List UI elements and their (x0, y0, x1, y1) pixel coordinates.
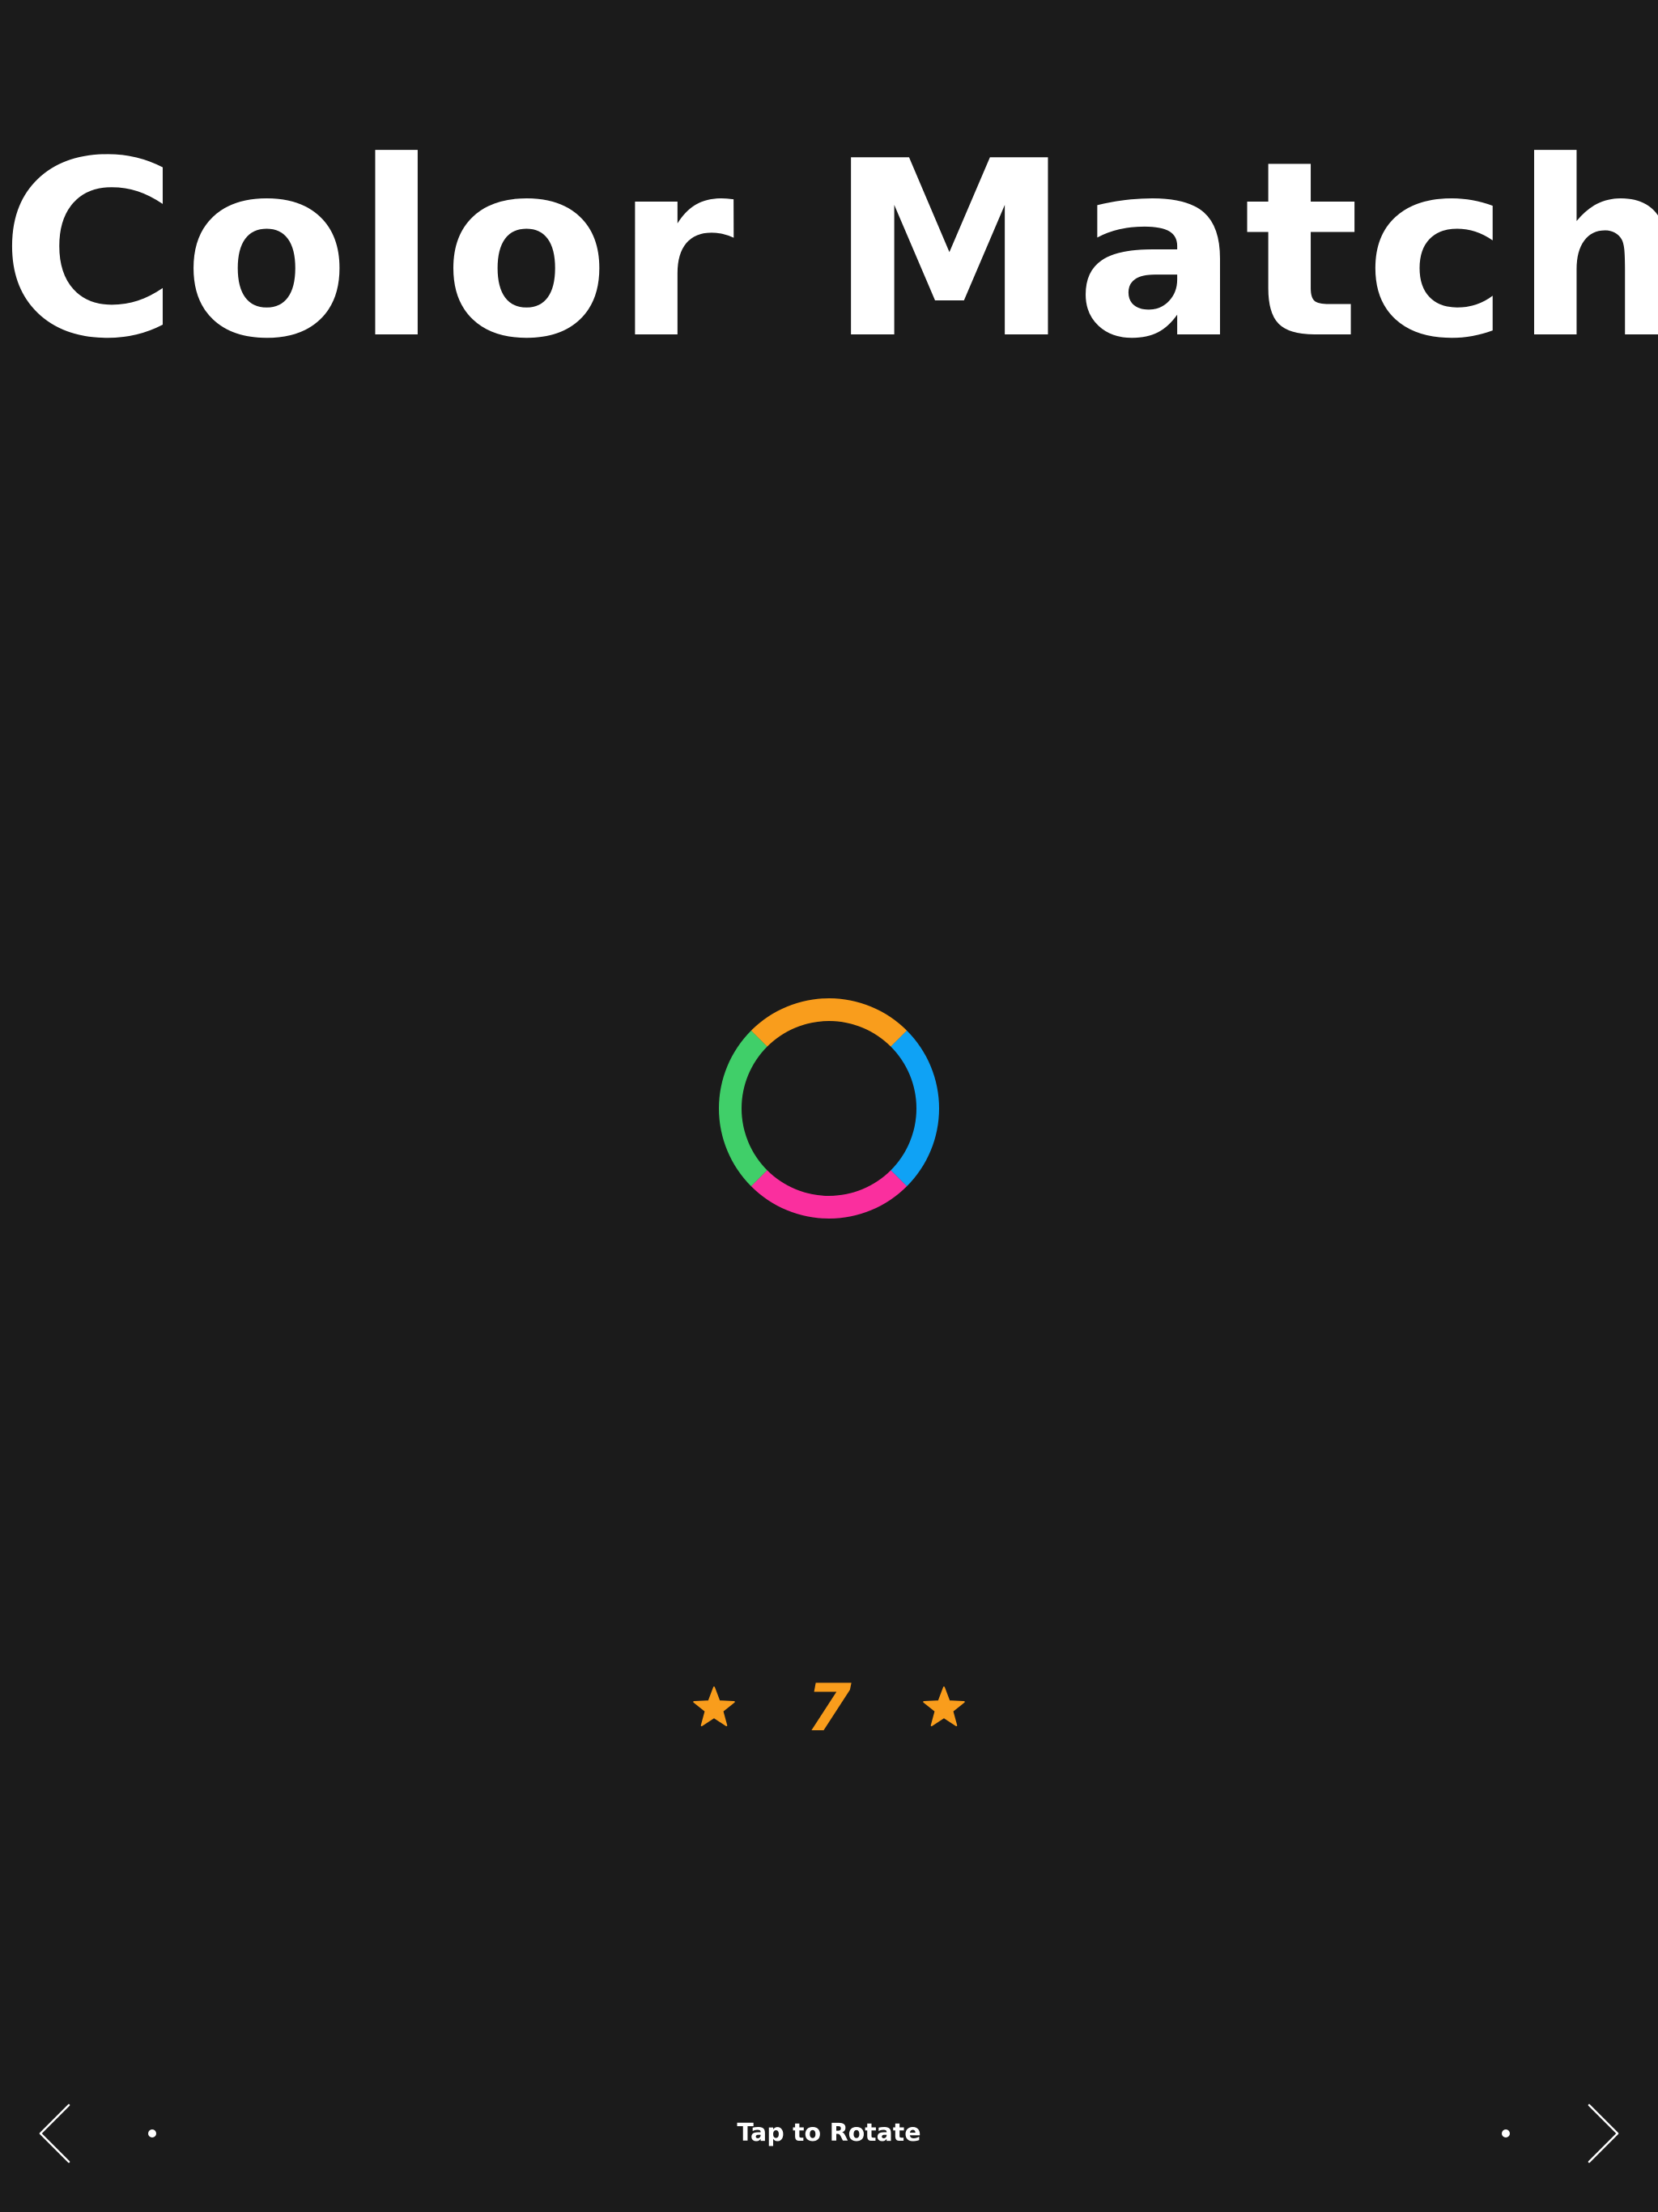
chevron-left-icon[interactable] (24, 2097, 97, 2170)
score-display: 7 (667, 1668, 991, 1749)
ring-segment-left (719, 1030, 767, 1187)
page-dot-left (148, 2129, 156, 2138)
ring-segment-top (750, 998, 908, 1047)
footer-bar: Tap to Rotate (0, 2097, 1658, 2170)
page-dot-right (1502, 2129, 1510, 2138)
star-icon (693, 1687, 735, 1727)
star-icon-left-shape (693, 1687, 735, 1727)
ring-segment-right (891, 1030, 939, 1187)
color-ring[interactable] (716, 995, 942, 1222)
color-ring-graphic (719, 998, 939, 1219)
chevron-right-icon[interactable] (1561, 2097, 1634, 2170)
score-value: 7 (806, 1670, 852, 1746)
ring-segment-bottom (750, 1170, 908, 1219)
star-icon-right-shape (923, 1687, 965, 1727)
game-title: Color Match (0, 109, 1658, 392)
tap-to-rotate-hint[interactable]: Tap to Rotate (586, 2113, 1072, 2154)
star-icon (923, 1687, 965, 1727)
